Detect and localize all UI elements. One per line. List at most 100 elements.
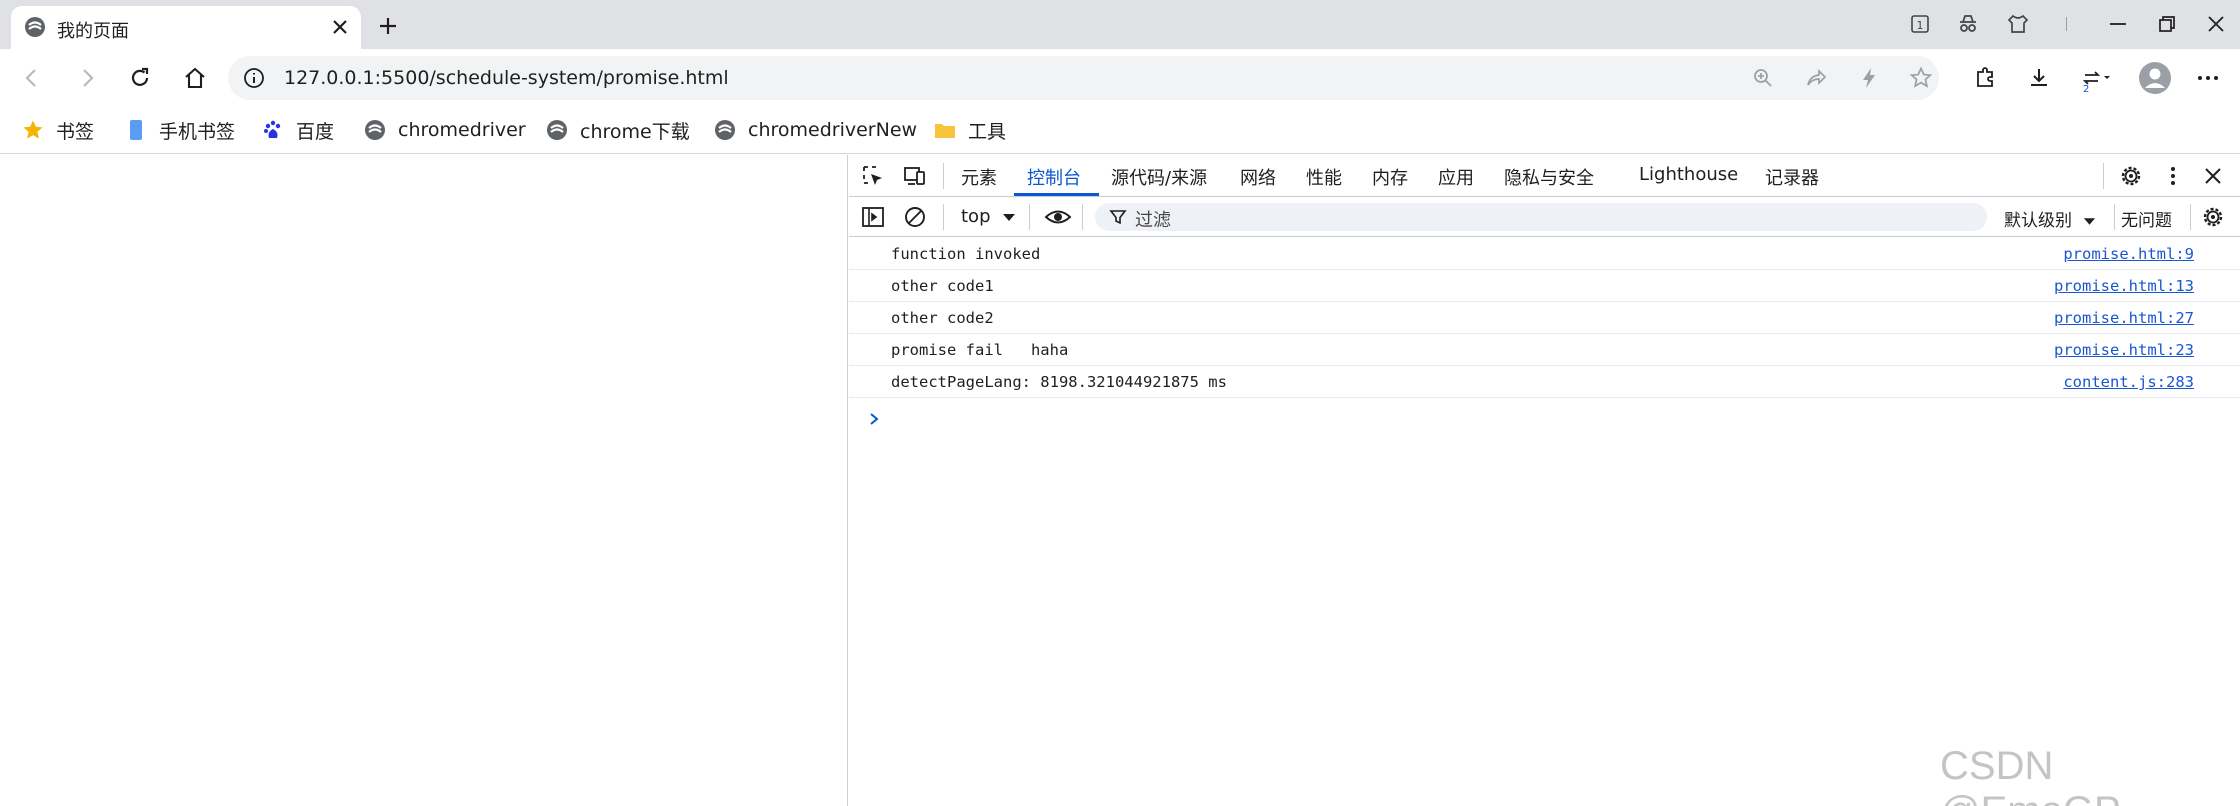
settings-gear-icon[interactable] (2118, 163, 2144, 189)
baidu-paw-icon (264, 120, 281, 138)
site-info-icon[interactable] (242, 66, 266, 90)
tab-strip: 我的页面 1 (0, 0, 2240, 49)
source-link[interactable]: promise.html:27 (2054, 309, 2194, 327)
tab-elements[interactable]: 元素 (961, 164, 997, 190)
minimize-icon[interactable] (2104, 10, 2132, 38)
console-message: function invoked promise.html:9 (849, 238, 2240, 270)
tab-network[interactable]: 网络 (1240, 164, 1276, 190)
tab-sources[interactable]: 源代码/来源 (1111, 164, 1207, 190)
toolbar-divider (2114, 204, 2115, 230)
console-log: function invoked promise.html:9 other co… (849, 238, 2240, 425)
console-toolbar: top 过滤 默认级别 无问题 (849, 197, 2240, 237)
tab-memory[interactable]: 内存 (1372, 164, 1408, 190)
site-favicon-icon (547, 120, 567, 140)
toolbar-divider (2190, 204, 2191, 230)
incognito-icon[interactable] (1954, 10, 1982, 38)
source-link[interactable]: promise.html:13 (2054, 277, 2194, 295)
console-prompt-icon[interactable] (865, 410, 883, 428)
tab-active[interactable]: 我的页面 (11, 6, 361, 49)
site-favicon-icon (715, 120, 735, 140)
source-link[interactable]: promise.html:9 (2063, 245, 2194, 263)
share-icon[interactable] (1803, 65, 1829, 91)
console-settings-icon[interactable] (2200, 204, 2226, 230)
devtools-panel: 元素 控制台 源代码/来源 网络 性能 内存 应用 隐私与安全 Lighthou… (849, 155, 2240, 806)
home-icon[interactable] (180, 63, 210, 93)
console-message: detectPageLang: 8198.321044921875 ms con… (849, 366, 2240, 398)
toolbar-divider (943, 204, 944, 230)
svg-text:2: 2 (2083, 84, 2089, 93)
bookmark-label: 手机书签 (159, 120, 236, 143)
inspect-element-icon[interactable] (860, 163, 886, 189)
log-level-dropdown[interactable]: 默认级别 (2004, 206, 2096, 231)
clear-console-icon[interactable] (902, 204, 928, 230)
console-message-text: detectPageLang: 8198.321044921875 ms (891, 373, 1227, 391)
active-tab-indicator (1014, 193, 1099, 196)
chevron-down-icon (2084, 218, 2096, 225)
sidebar-toggle-icon[interactable] (860, 204, 886, 230)
context-value: top (961, 206, 991, 227)
bookmark-label: 工具 (968, 120, 1007, 143)
eye-icon[interactable] (1043, 204, 1073, 230)
restore-icon[interactable] (2153, 10, 2181, 38)
bookmark-label: chromedriverNew (748, 119, 918, 141)
kebab-menu-icon[interactable] (2160, 163, 2186, 189)
toolbar-divider (943, 163, 944, 189)
forward-icon[interactable] (72, 63, 102, 93)
filter-placeholder: 过滤 (1135, 210, 1171, 231)
shirt-icon[interactable] (2004, 10, 2032, 38)
bookmark-item[interactable]: chromedriverNew (713, 115, 917, 145)
console-message-text: other code1 (891, 277, 994, 295)
source-link[interactable]: content.js:283 (2063, 373, 2194, 391)
svg-text:1: 1 (1917, 19, 1924, 32)
bookmark-item[interactable]: 百度 (261, 115, 334, 145)
url-text[interactable]: 127.0.0.1:5500/schedule-system/promise.h… (284, 67, 729, 89)
tab-actions-icon[interactable]: 1 (1906, 10, 1934, 38)
bookmark-item[interactable]: 手机书签 (124, 115, 235, 145)
tab-recorder[interactable]: 记录器 (1765, 164, 1819, 190)
reload-icon[interactable] (125, 63, 155, 93)
toolbar-divider (1082, 204, 1083, 230)
page-viewport (0, 155, 848, 806)
console-message: other code2 promise.html:27 (849, 302, 2240, 334)
bookmark-item[interactable]: chromedriver (363, 115, 526, 145)
tab-privacy-security[interactable]: 隐私与安全 (1504, 164, 1594, 190)
bookmark-item[interactable]: chrome下载 (545, 115, 690, 145)
tab-lighthouse[interactable]: Lighthouse (1639, 164, 1738, 185)
filter-icon (1109, 210, 1127, 225)
console-message: promise fail haha promise.html:23 (849, 334, 2240, 366)
source-link[interactable]: promise.html:23 (2054, 341, 2194, 359)
sync-dropdown-icon[interactable]: 2 (2078, 63, 2114, 93)
device-toolbar-icon[interactable] (902, 163, 928, 189)
close-devtools-icon[interactable] (2200, 163, 2226, 189)
new-tab-icon[interactable] (374, 12, 402, 40)
extensions-icon[interactable] (1970, 63, 2000, 93)
tab-console[interactable]: 控制台 (1027, 164, 1081, 190)
close-tab-icon[interactable] (328, 15, 352, 39)
back-icon[interactable] (17, 63, 47, 93)
download-icon[interactable] (2024, 63, 2054, 93)
more-menu-icon[interactable] (2193, 63, 2223, 93)
avatar[interactable] (2138, 61, 2172, 95)
bookmark-star-icon[interactable] (1908, 65, 1934, 91)
close-window-icon[interactable] (2202, 10, 2230, 38)
bookmark-item[interactable]: 书签 (21, 115, 94, 145)
filter-input[interactable]: 过滤 (1095, 203, 1987, 231)
window-divider (2066, 17, 2067, 31)
issues-counter[interactable]: 无问题 (2121, 206, 2172, 231)
console-message-text: promise fail haha (891, 341, 1069, 359)
site-favicon-icon (365, 120, 385, 140)
console-message-text: other code2 (891, 309, 994, 327)
console-message: other code1 promise.html:13 (849, 270, 2240, 302)
zoom-icon[interactable] (1750, 65, 1776, 91)
bookmark-folder[interactable]: 工具 (933, 115, 1006, 145)
bookmark-label: 百度 (296, 120, 335, 143)
lightning-icon[interactable] (1856, 65, 1882, 91)
bookmark-label: chrome下载 (580, 120, 690, 143)
address-bar[interactable]: 127.0.0.1:5500/schedule-system/promise.h… (228, 56, 1939, 100)
console-message-text: function invoked (891, 245, 1041, 263)
folder-icon (935, 124, 955, 138)
tab-application[interactable]: 应用 (1438, 164, 1474, 190)
tab-performance[interactable]: 性能 (1306, 164, 1342, 190)
context-selector[interactable]: top (961, 206, 1016, 227)
star-icon (23, 120, 43, 139)
